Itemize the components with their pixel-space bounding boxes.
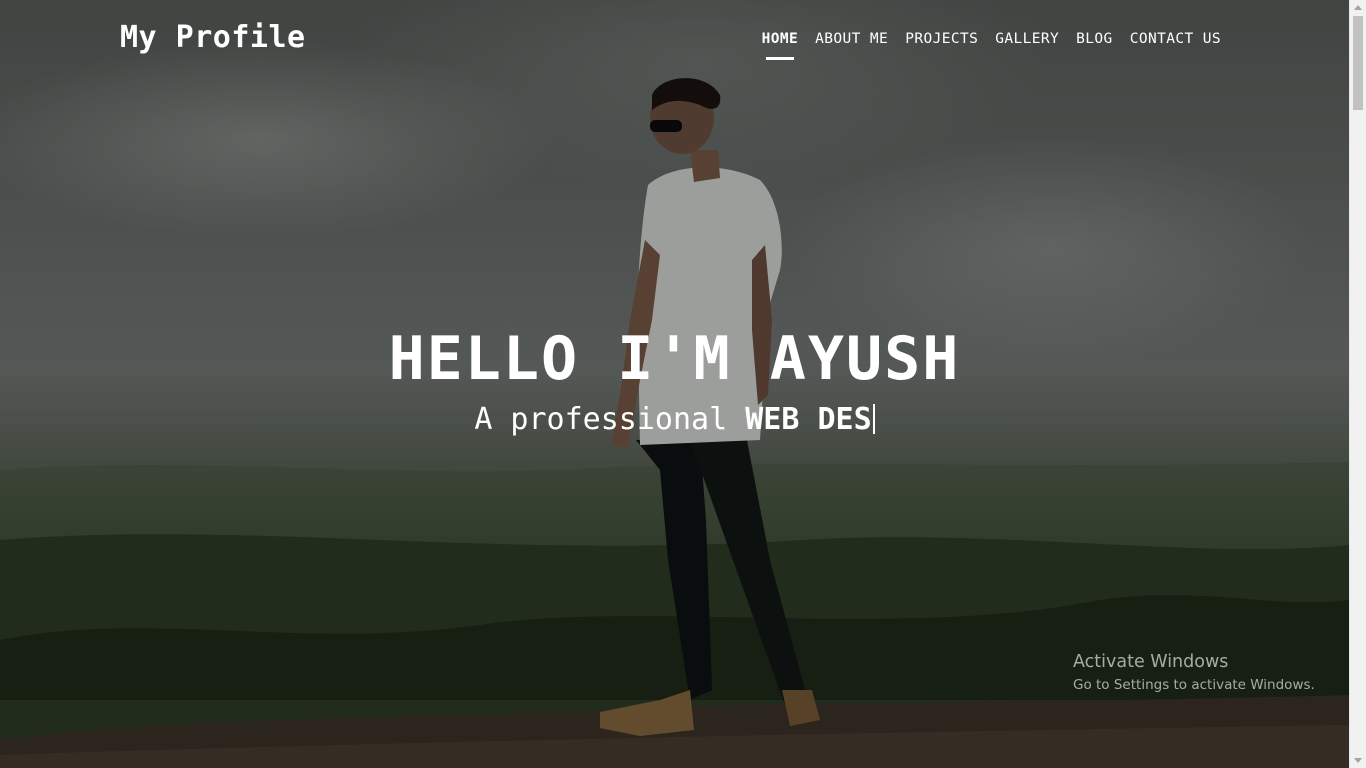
vertical-scrollbar[interactable]: [1349, 0, 1366, 768]
scrollbar-thumb[interactable]: [1353, 16, 1363, 110]
nav-link-blog-label: BLOG: [1076, 31, 1113, 47]
hero-title: HELLO I'M AYUSH: [388, 324, 961, 394]
nav-link-contact-us-label: CONTACT US: [1129, 31, 1221, 47]
nav-link-gallery-label: GALLERY: [995, 31, 1060, 47]
scroll-up-arrow-icon[interactable]: [1354, 5, 1362, 10]
watermark-subtitle: Go to Settings to activate Windows.: [1073, 677, 1315, 693]
nav-link-home[interactable]: HOME: [761, 31, 799, 60]
scroll-down-arrow-icon[interactable]: [1354, 758, 1362, 763]
watermark-title: Activate Windows: [1073, 652, 1229, 672]
nav-link-contact-us[interactable]: CONTACT US: [1130, 31, 1221, 47]
active-nav-indicator: [765, 57, 794, 60]
top-navbar: My Profile HOME ABOUT ME PROJECTS GALLER…: [0, 0, 1349, 80]
nav-link-projects[interactable]: PROJECTS: [905, 31, 978, 47]
nav-link-blog[interactable]: BLOG: [1076, 31, 1113, 47]
nav-link-gallery[interactable]: GALLERY: [995, 31, 1059, 47]
nav-menu: HOME ABOUT ME PROJECTS GALLERY BLOG CONT…: [761, 31, 1221, 60]
typed-text: WEB DES: [745, 402, 872, 437]
windows-activation-watermark: Activate Windows Go to Settings to activ…: [1073, 651, 1315, 695]
nav-link-about-me[interactable]: ABOUT ME: [815, 31, 888, 47]
nav-link-about-me-label: ABOUT ME: [815, 31, 889, 47]
nav-link-projects-label: PROJECTS: [905, 31, 979, 47]
typing-cursor: [872, 404, 875, 434]
hero-subtitle-prefix: A professional: [474, 402, 728, 437]
brand-logo[interactable]: My Profile: [120, 20, 306, 55]
page-viewport: My Profile HOME ABOUT ME PROJECTS GALLER…: [0, 0, 1349, 768]
hero-subtitle: A professional WEB DES: [0, 402, 1349, 437]
nav-link-home-label: HOME: [761, 31, 799, 47]
